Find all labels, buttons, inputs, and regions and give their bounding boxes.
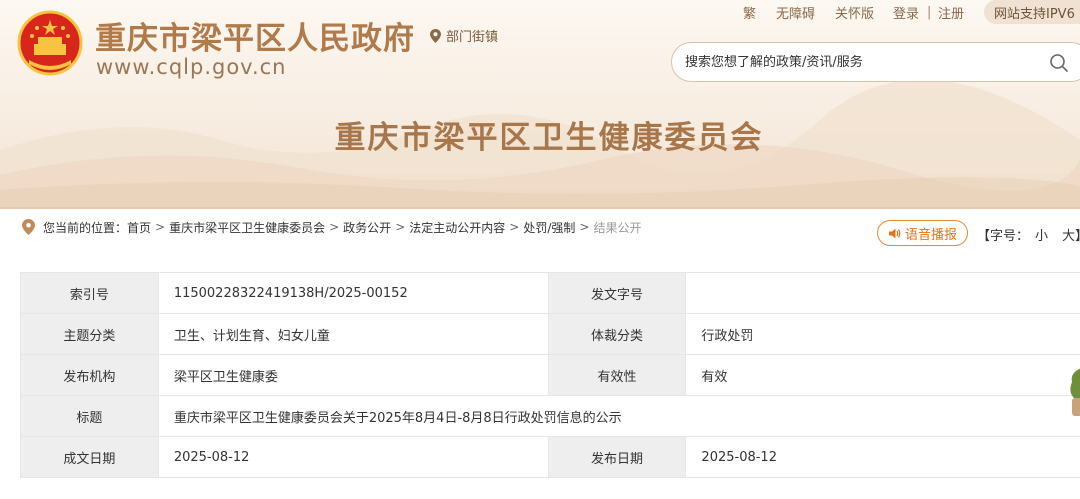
document-meta-table: 索引号 11500228322419138H/2025-00152 发文字号 主… (20, 272, 1080, 478)
search-icon[interactable] (1049, 53, 1069, 73)
table-row: 成文日期 2025-08-12 发布日期 2025-08-12 (20, 436, 1080, 478)
care-mode-link[interactable]: 关怀版 (835, 3, 874, 22)
breadcrumb-statutory[interactable]: 法定主动公开内容 (409, 219, 505, 236)
header-divider (0, 207, 1080, 209)
breadcrumb-separator: > (329, 220, 340, 234)
voice-broadcast-button[interactable]: 语音播报 (877, 220, 968, 246)
publisher-label: 发布机构 (20, 354, 159, 396)
index-value: 11500228322419138H/2025-00152 (157, 272, 549, 314)
register-link[interactable]: 注册 (938, 3, 964, 22)
nav-separator: | (927, 4, 932, 20)
site-title[interactable]: 重庆市梁平区人民政府 (95, 13, 415, 58)
breadcrumb-separator: > (155, 220, 166, 234)
font-size-control: 【字号： 小大】 (977, 225, 1080, 244)
ipv6-badge: 网站支持IPV6 (984, 0, 1080, 24)
location-pin-icon (430, 28, 441, 43)
font-size-label: 【字号： (977, 229, 1030, 244)
breadcrumb-separator: > (509, 220, 520, 234)
doc-number-label: 发文字号 (547, 272, 687, 314)
validity-label: 有效性 (547, 354, 687, 396)
search-box (671, 42, 1080, 82)
title-label: 标题 (20, 395, 159, 437)
dept-link[interactable]: 部门街镇 (430, 26, 498, 45)
font-size-small-button[interactable]: 小 (1035, 225, 1048, 244)
breadcrumb-dept[interactable]: 重庆市梁平区卫生健康委员会 (169, 219, 325, 236)
validity-value: 有效 (685, 354, 1080, 396)
voice-broadcast-label: 语音播报 (904, 227, 957, 243)
title-value: 重庆市梁平区卫生健康委员会关于2025年8月4日-8月8日行政处罚信息的公示 (157, 395, 1080, 437)
table-row: 索引号 11500228322419138H/2025-00152 发文字号 (20, 272, 1080, 314)
national-emblem-icon (17, 10, 83, 76)
breadcrumb: 您当前的位置： 首页 > 重庆市梁平区卫生健康委员会 > 政务公开 > 法定主动… (22, 217, 641, 237)
traditional-chinese-link[interactable]: 繁 (743, 3, 756, 22)
table-row: 标题 重庆市梁平区卫生健康委员会关于2025年8月4日-8月8日行政处罚信息的公… (20, 395, 1080, 437)
genre-value: 行政处罚 (685, 313, 1080, 355)
publish-date-value: 2025-08-12 (685, 436, 1080, 478)
site-header: 重庆市梁平区人民政府 www.cqlp.gov.cn 部门街镇 繁 无障碍 关怀… (0, 0, 1080, 207)
department-title: 重庆市梁平区卫生健康委员会 (334, 120, 764, 156)
search-input[interactable] (685, 54, 1025, 70)
genre-label: 体裁分类 (547, 313, 687, 355)
login-link[interactable]: 登录 (893, 3, 919, 22)
table-row: 发布机构 梁平区卫生健康委 有效性 有效 (20, 354, 1080, 396)
site-url[interactable]: www.cqlp.gov.cn (96, 55, 287, 79)
doc-number-value (685, 272, 1080, 314)
dept-link-label: 部门街镇 (446, 30, 499, 45)
location-pin-icon (22, 219, 35, 235)
breadcrumb-home[interactable]: 首页 (127, 219, 151, 236)
table-row: 主题分类 卫生、计划生育、妇女儿童 体裁分类 行政处罚 (20, 313, 1080, 355)
floating-side-widget-icon[interactable] (1068, 368, 1080, 416)
breadcrumb-separator: > (395, 220, 406, 234)
written-date-value: 2025-08-12 (157, 436, 549, 478)
font-size-large-button[interactable]: 大】 (1062, 225, 1080, 244)
topic-value: 卫生、计划生育、妇女儿童 (157, 313, 549, 355)
publish-date-label: 发布日期 (547, 436, 687, 478)
written-date-label: 成文日期 (20, 436, 159, 478)
publisher-value: 梁平区卫生健康委 (157, 354, 549, 396)
breadcrumb-separator: > (579, 220, 590, 234)
index-label: 索引号 (20, 272, 159, 314)
breadcrumb-penalty[interactable]: 处罚/强制 (523, 219, 575, 236)
breadcrumb-gov-affairs[interactable]: 政务公开 (343, 219, 391, 236)
breadcrumb-current[interactable]: 结果公开 (593, 219, 641, 236)
accessibility-link[interactable]: 无障碍 (776, 3, 815, 22)
breadcrumb-prefix: 您当前的位置： (43, 220, 128, 235)
speaker-icon (888, 228, 901, 238)
topic-label: 主题分类 (20, 313, 159, 355)
